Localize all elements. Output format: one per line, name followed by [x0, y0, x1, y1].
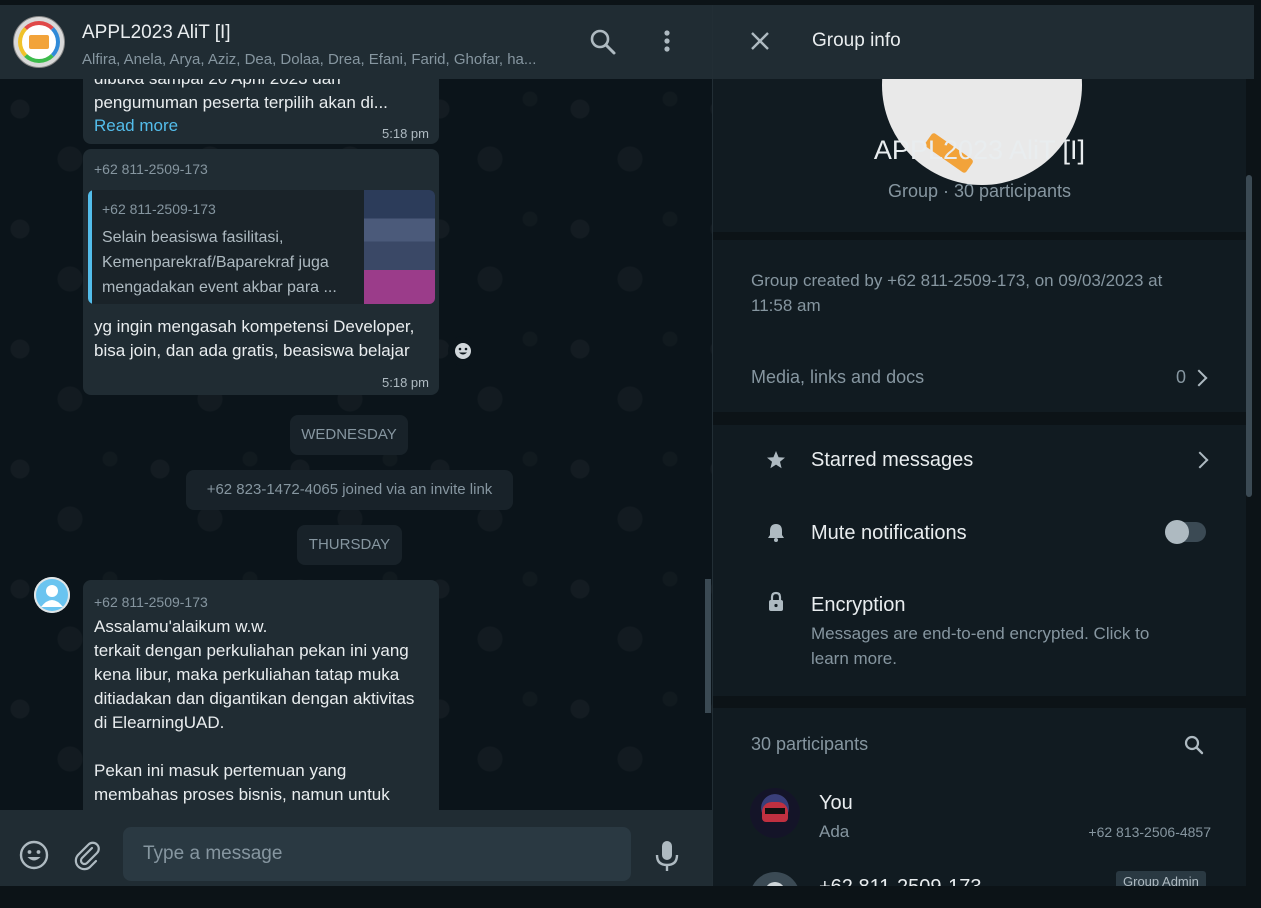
date-divider: WEDNESDAY — [290, 415, 408, 455]
starred-messages-row[interactable]: Starred messages — [713, 439, 1246, 483]
participant-row[interactable]: You Ada +62 813-2506-4857 — [713, 782, 1246, 854]
message-text: dibuka sampai 20 April 2023 dan pengumum… — [94, 79, 388, 112]
participant-row[interactable]: +62 811-2509-173 Group Admin — [713, 866, 1246, 886]
group-info-panel: Group info APPL2023 AliT [I] Group · 30 … — [712, 5, 1254, 886]
window-bottom-edge — [0, 886, 1261, 908]
message-text: Assalamu'alaikum w.w. terkait dengan per… — [94, 617, 415, 810]
mic-icon[interactable] — [653, 839, 681, 873]
group-info-scrollbar[interactable] — [1246, 175, 1252, 497]
message-bubble[interactable]: +62 811-2509-173 Assalamu'alaikum w.w. t… — [83, 580, 439, 810]
message-bubble[interactable]: dibuka sampai 20 April 2023 dan pengumum… — [83, 79, 439, 144]
toggle-knob — [1165, 520, 1189, 544]
quote-sender: +62 811-2509-173 — [102, 201, 216, 217]
participant-name: +62 811-2509-173 — [819, 876, 982, 886]
message-list[interactable]: dibuka sampai 20 April 2023 dan pengumum… — [0, 79, 712, 810]
group-options-section: Starred messages Mute notifications Encr… — [713, 425, 1246, 696]
quoted-message[interactable]: +62 811-2509-173 Selain beasiswa fasilit… — [88, 190, 435, 304]
participants-count: 30 participants — [751, 734, 869, 754]
star-icon — [767, 451, 785, 469]
group-admin-badge: Group Admin — [1116, 871, 1206, 886]
group-info-header: Group info — [713, 5, 1254, 79]
group-avatar[interactable] — [13, 16, 65, 68]
message-sender: +62 811-2509-173 — [94, 594, 208, 610]
participant-name: You — [819, 792, 853, 814]
group-summary-section: APPL2023 AliT [I] Group · 30 participant… — [713, 5, 1246, 232]
emoji-icon[interactable] — [18, 839, 50, 871]
quote-thumbnail — [364, 190, 435, 304]
date-divider: THURSDAY — [297, 525, 402, 565]
paperclip-icon[interactable] — [71, 839, 103, 871]
chat-panel: APPL2023 AliT [I] Alfira, Anela, Arya, A… — [0, 5, 712, 908]
lock-icon — [769, 591, 783, 611]
participant-phone: +62 813-2506-4857 — [1088, 824, 1211, 840]
encryption-label: Encryption — [811, 594, 906, 616]
quote-bar — [88, 190, 92, 304]
media-links-docs-row[interactable]: Media, links and docs 0 — [713, 355, 1246, 399]
quote-text: Selain beasiswa fasilitasi, Kemenparekra… — [102, 229, 337, 296]
message-sender: +62 811-2509-173 — [94, 161, 208, 177]
chat-members-list[interactable]: Alfira, Anela, Arya, Aziz, Dea, Dolaa, D… — [82, 51, 557, 68]
group-participant-summary: Group · 30 participants — [887, 181, 1072, 201]
chat-title[interactable]: APPL2023 AliT [I] — [82, 22, 231, 44]
message-text: yg ingin mengasah kompetensi Developer, … — [94, 317, 415, 360]
message-bubble[interactable]: +62 811-2509-173 +62 811-2509-173 Selain… — [83, 149, 439, 395]
chevron-right-icon — [1191, 451, 1209, 469]
sender-avatar[interactable] — [34, 577, 70, 613]
group-info-title: Group info — [812, 30, 901, 51]
more-vertical-icon[interactable] — [655, 27, 679, 57]
read-more-link[interactable]: Read more — [94, 116, 178, 136]
message-time: 5:18 pm — [382, 375, 429, 390]
encryption-description: Messages are end-to-end encrypted. Click… — [811, 624, 1150, 668]
encryption-row[interactable]: Encryption Messages are end-to-end encry… — [713, 583, 1246, 683]
close-icon[interactable] — [749, 30, 771, 52]
emoji-react-icon[interactable] — [448, 336, 478, 366]
bell-icon — [768, 524, 784, 542]
starred-messages-label: Starred messages — [811, 449, 974, 471]
group-created-text: Group created by +62 811-2509-173, on 09… — [751, 271, 1163, 315]
mute-notifications-label: Mute notifications — [811, 522, 967, 544]
search-icon[interactable] — [1183, 734, 1205, 756]
group-name[interactable]: APPL2023 AliT [I] — [713, 135, 1246, 166]
participants-section: 30 participants You Ada +62 813-2506-485… — [713, 708, 1246, 886]
media-count: 0 — [1176, 367, 1187, 387]
chevron-right-icon — [1190, 369, 1208, 387]
mute-toggle[interactable] — [1165, 520, 1206, 544]
system-message: +62 823-1472-4065 joined via an invite l… — [186, 470, 513, 510]
chat-header[interactable]: APPL2023 AliT [I] Alfira, Anela, Arya, A… — [0, 5, 712, 79]
message-time: 5:18 pm — [382, 126, 429, 141]
chat-scrollbar[interactable] — [705, 579, 711, 713]
search-icon[interactable] — [588, 27, 618, 57]
group-details-section: Group created by +62 811-2509-173, on 09… — [713, 240, 1246, 412]
participant-avatar — [750, 872, 800, 886]
default-avatar-icon — [34, 577, 70, 613]
message-input[interactable] — [123, 827, 631, 881]
participant-avatar — [750, 788, 800, 838]
participant-status: Ada — [819, 822, 850, 841]
media-links-docs-label: Media, links and docs — [751, 367, 925, 387]
